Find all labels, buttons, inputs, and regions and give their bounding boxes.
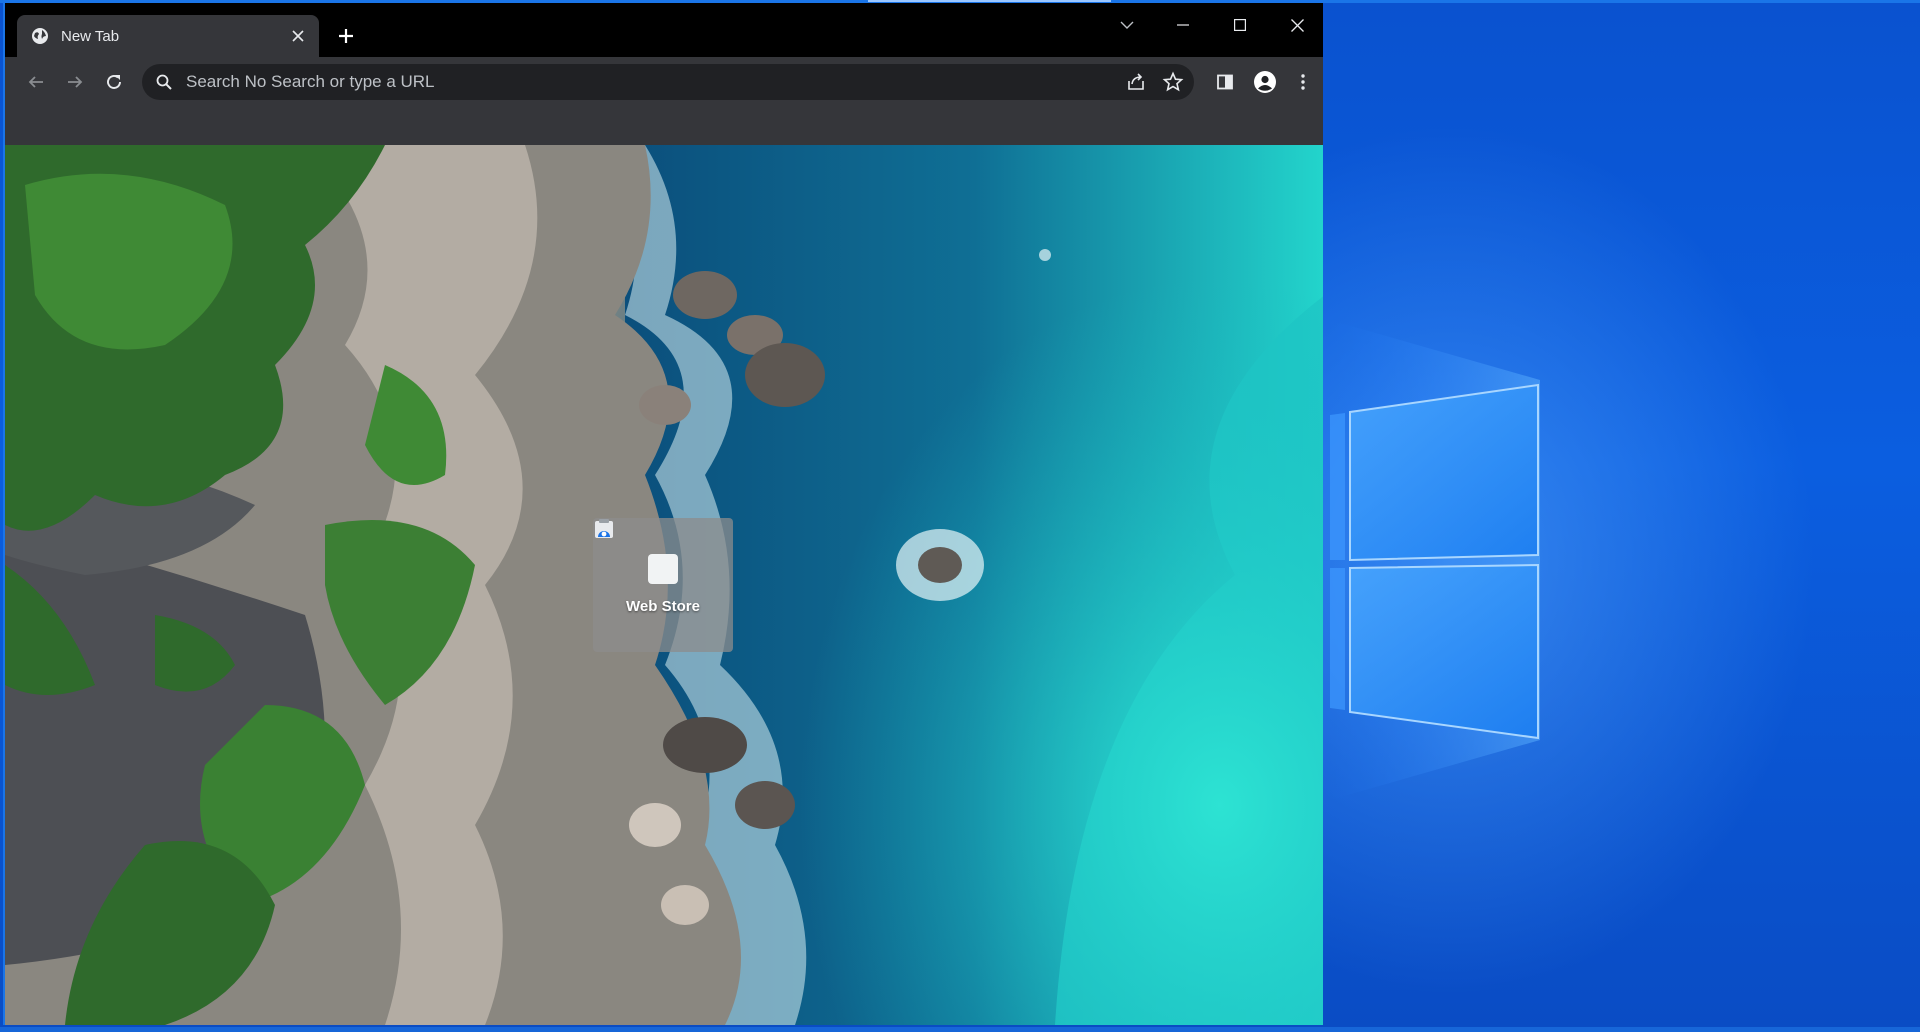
bookmarks-bar bbox=[5, 107, 1323, 145]
side-panel-button[interactable] bbox=[1208, 65, 1242, 99]
forward-button[interactable] bbox=[58, 65, 92, 99]
new-tab-page: Web Store bbox=[5, 145, 1323, 1025]
account-circle-icon bbox=[1254, 71, 1276, 93]
new-tab-button[interactable] bbox=[331, 21, 361, 51]
arrow-left-icon bbox=[28, 76, 43, 88]
shortcut-tile-web-store[interactable]: Web Store bbox=[593, 518, 733, 652]
tab-title: New Tab bbox=[61, 27, 120, 45]
web-store-icon bbox=[595, 519, 678, 584]
taskbar-edge bbox=[0, 1027, 1920, 1032]
tab-new-tab[interactable]: New Tab bbox=[17, 15, 319, 57]
plus-icon bbox=[339, 29, 353, 43]
reload-icon bbox=[107, 75, 121, 89]
toolbar bbox=[5, 57, 1323, 107]
side-panel-icon bbox=[1217, 74, 1233, 90]
close-icon[interactable] bbox=[287, 25, 309, 47]
window-close-button[interactable] bbox=[1269, 3, 1323, 47]
reload-button[interactable] bbox=[97, 65, 131, 99]
maximize-icon bbox=[1234, 19, 1246, 31]
minimize-button[interactable] bbox=[1155, 3, 1211, 47]
browser-window: New Tab Search No Search or type a URL W… bbox=[3, 3, 1323, 1025]
profile-button[interactable] bbox=[1248, 65, 1282, 99]
globe-icon bbox=[31, 27, 49, 45]
accent-highlight bbox=[868, 0, 1111, 2]
maximize-button[interactable] bbox=[1212, 3, 1268, 47]
star-icon[interactable] bbox=[1162, 71, 1184, 93]
back-button[interactable] bbox=[19, 65, 53, 99]
address-input[interactable] bbox=[186, 64, 1086, 100]
tab-strip: New Tab bbox=[5, 3, 1323, 57]
tab-search-button[interactable] bbox=[1099, 3, 1155, 47]
close-icon bbox=[1290, 18, 1304, 32]
chevron-down-icon bbox=[1120, 21, 1134, 29]
shortcut-label: Web Store bbox=[626, 598, 700, 615]
minimize-icon bbox=[1177, 24, 1189, 26]
share-icon[interactable] bbox=[1126, 72, 1146, 92]
kebab-menu-icon bbox=[1301, 74, 1305, 90]
menu-button[interactable] bbox=[1286, 65, 1320, 99]
search-icon bbox=[156, 74, 172, 90]
arrow-right-icon bbox=[68, 76, 83, 88]
omnibox[interactable] bbox=[142, 64, 1194, 100]
